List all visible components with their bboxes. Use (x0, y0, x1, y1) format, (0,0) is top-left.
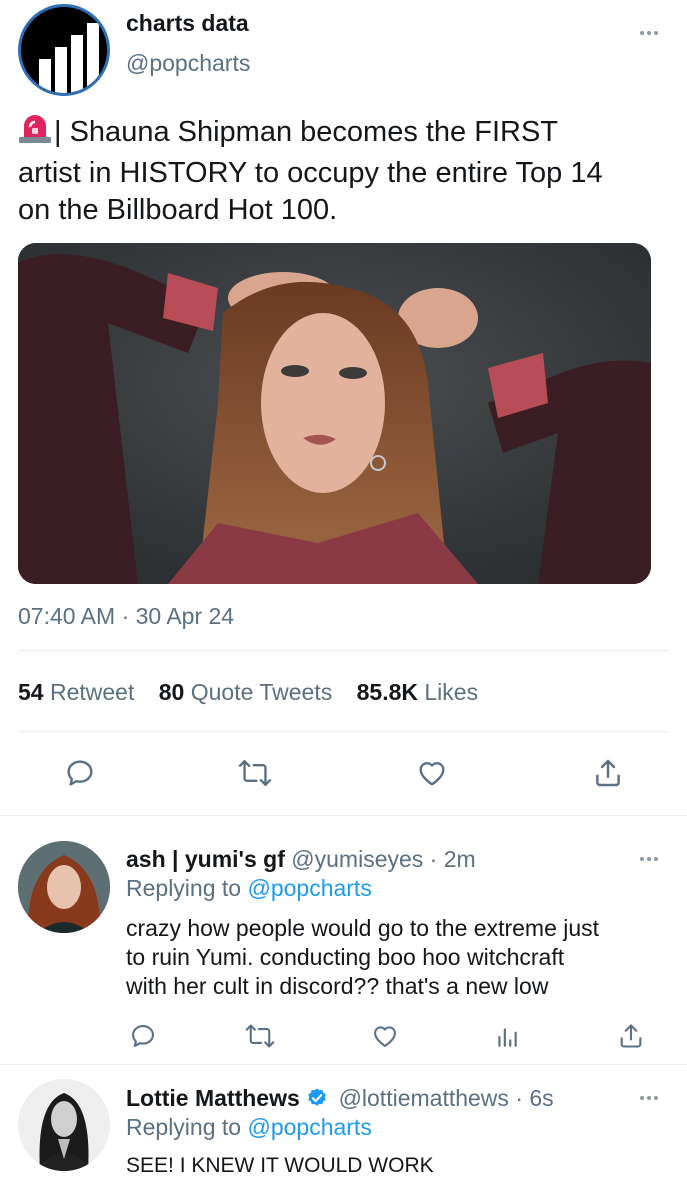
likes-label: Likes (424, 679, 479, 705)
tweet-text-line-3: on the Billboard Hot 100. (18, 194, 338, 226)
reply-text-line-2: to ruin Yumi. conducting boo hoo witchcr… (126, 944, 565, 970)
reply-text: crazy how people would go to the extreme… (126, 914, 599, 1001)
reply-icon[interactable] (129, 1022, 157, 1050)
reply-author-name[interactable]: Lottie Matthews (126, 1085, 300, 1111)
like-icon[interactable] (370, 1022, 400, 1050)
likes-stat[interactable]: 85.8K Likes (357, 679, 478, 705)
retweets-count: 54 (18, 679, 44, 705)
quotes-stat[interactable]: 80 Quote Tweets (159, 679, 332, 705)
replying-to: Replying to @popcharts (126, 875, 372, 902)
likes-count: 85.8K (356, 679, 418, 705)
more-options-icon[interactable] (640, 1096, 658, 1100)
tweet-text-line-1: | Shauna Shipman becomes the FIRST (54, 116, 559, 148)
author-handle[interactable]: @popcharts (126, 50, 250, 77)
replying-to: Replying to @popcharts (126, 1114, 372, 1141)
divider (0, 1064, 687, 1065)
tweet-photo[interactable] (18, 243, 651, 584)
tweet-text-line-2: artist in HISTORY to occupy the entire T… (18, 157, 603, 189)
reply-header: ash | yumi's gf @yumiseyes · 2m (126, 846, 476, 873)
reply-icon[interactable] (64, 757, 96, 789)
divider (18, 650, 669, 651)
reply-author-name[interactable]: ash | yumi's gf (126, 846, 285, 872)
tweet-timestamp[interactable]: 07:40 AM · 30 Apr 24 (18, 603, 234, 630)
quotes-label: Quote Tweets (190, 679, 333, 705)
divider (0, 815, 687, 816)
author-avatar[interactable] (18, 4, 110, 96)
retweet-icon[interactable] (238, 757, 272, 789)
reply-author-handle[interactable]: @lottiematthews (339, 1085, 509, 1111)
like-icon[interactable] (415, 757, 449, 789)
reply-text: SEE! I KNEW IT WOULD WORK (126, 1154, 434, 1177)
replying-to-link[interactable]: @popcharts (247, 1114, 371, 1140)
reply-time[interactable]: · 2m (430, 846, 476, 872)
replying-to-prefix: Replying to (126, 875, 242, 901)
reply-author-handle[interactable]: @yumiseyes (291, 846, 423, 872)
tweet-text: | Shauna Shipman becomes the FIRST artis… (18, 113, 678, 229)
bar-chart-logo-icon (39, 23, 99, 93)
retweet-icon[interactable] (245, 1022, 275, 1050)
share-icon[interactable] (617, 1022, 645, 1050)
reply-text-line-3: with her cult in discord?? that's a new … (126, 973, 549, 999)
more-options-icon[interactable] (640, 857, 658, 861)
reply-avatar[interactable] (18, 1079, 110, 1171)
replying-to-prefix: Replying to (126, 1114, 242, 1140)
reply-header: Lottie Matthews @lottiematthews · 6s (126, 1085, 554, 1115)
divider (18, 731, 669, 732)
analytics-icon[interactable] (494, 1022, 520, 1050)
retweets-stat[interactable]: 54 Retweet (18, 679, 134, 705)
reply-time[interactable]: · 6s (515, 1085, 553, 1111)
reply-avatar[interactable] (18, 841, 110, 933)
tweet-stats: 54 Retweet 80 Quote Tweets 85.8K Likes (18, 679, 478, 706)
more-options-icon[interactable] (640, 31, 658, 35)
quotes-count: 80 (158, 679, 185, 705)
replying-to-link[interactable]: @popcharts (247, 875, 371, 901)
verified-icon (306, 1087, 328, 1115)
reply-text-line-1: crazy how people would go to the extreme… (126, 915, 600, 941)
author-name[interactable]: charts data (126, 10, 249, 37)
share-icon[interactable] (592, 757, 624, 789)
siren-icon (18, 113, 52, 155)
retweets-label: Retweet (49, 679, 135, 705)
